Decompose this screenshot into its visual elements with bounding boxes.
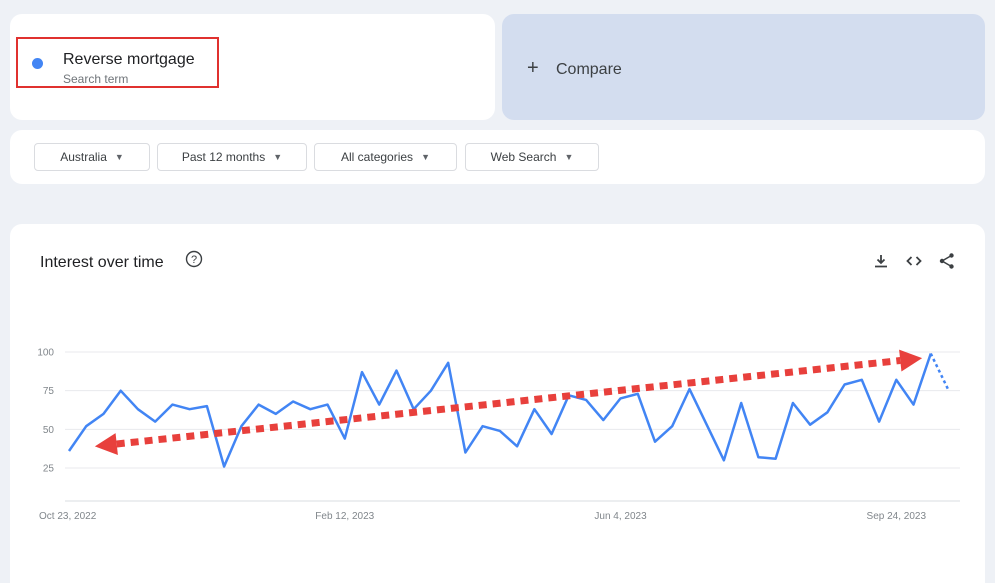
search-term-card[interactable]: Reverse mortgage Search term [10,14,495,120]
trend-arrow-line [116,357,901,448]
y-tick-label: 100 [37,348,54,359]
search-type-filter-label: Web Search [490,150,557,164]
embed-code-icon[interactable] [905,252,923,270]
category-filter-dropdown[interactable]: All categories ▼ [314,143,457,171]
svg-text:?: ? [191,254,197,266]
plus-icon: + [527,57,539,79]
interest-over-time-card: 25 50 75 100 Oct 23, 2022 Feb 12, 2023 Jun 4, … [10,224,985,583]
region-filter-label: Australia [60,150,107,164]
time-range-filter-dropdown[interactable]: Past 12 months ▼ [157,143,307,171]
series-color-dot [32,58,43,69]
search-type-filter-dropdown[interactable]: Web Search ▼ [465,143,599,171]
search-term-name[interactable]: Reverse mortgage [63,51,195,69]
filter-bar: Australia ▼ Past 12 months ▼ All categor… [10,130,985,184]
trend-arrow-head-start [94,433,118,455]
series-partial-segment [929,353,950,390]
time-range-filter-label: Past 12 months [181,150,266,164]
compare-button[interactable]: + Compare [502,14,985,120]
caret-down-icon: ▼ [273,152,283,162]
interest-over-time-chart: 25 50 75 100 Oct 23, 2022 Feb 12, 2023 Jun 4, … [37,348,960,522]
trend-arrow-head-end [899,349,923,372]
search-term-subtitle: Search term [63,72,129,86]
category-filter-label: All categories [341,150,414,164]
y-tick-label: 50 [43,425,55,436]
region-filter-dropdown[interactable]: Australia ▼ [34,143,150,171]
y-tick-label: 25 [43,464,55,475]
download-icon[interactable] [872,252,890,270]
caret-down-icon: ▼ [114,152,124,162]
x-tick-label: Feb 12, 2023 [315,511,374,522]
x-tick-label: Jun 4, 2023 [594,511,647,522]
share-icon[interactable] [938,252,956,270]
help-circle-icon[interactable]: ? [185,250,203,268]
x-tick-label: Sep 24, 2023 [867,511,927,522]
compare-label: Compare [556,61,622,78]
caret-down-icon: ▼ [421,152,430,162]
y-tick-label: 75 [43,386,55,397]
x-tick-label: Oct 23, 2022 [39,511,97,522]
chart-title: Interest over time [40,254,164,271]
caret-down-icon: ▼ [564,152,574,162]
